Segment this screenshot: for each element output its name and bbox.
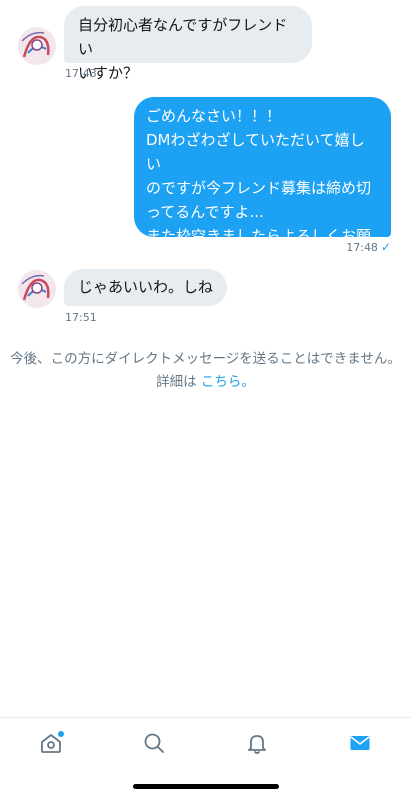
read-check-icon: ✓ (380, 240, 391, 254)
avatar[interactable] (18, 270, 56, 308)
tab-notifications[interactable] (232, 721, 282, 765)
message-bubble[interactable]: じゃあいいわ。しね (64, 269, 228, 306)
message-meta: 17:48 ✓ (346, 240, 391, 254)
search-icon (144, 733, 165, 753)
message-row-outgoing-1: ごめんなさい！！！ DMわざわざしていただいて嬉しい のですが今フレンド募集は締… (0, 97, 411, 269)
message-timestamp: 17:43 (65, 67, 97, 80)
message-timestamp: 17:48 (346, 240, 378, 254)
tab-search[interactable] (129, 721, 179, 765)
bottom-tab-bar (0, 717, 411, 768)
message-bubble[interactable]: 自分初心者なんですがフレンドい いすか？ (64, 6, 312, 82)
message-row-incoming-1: 自分初心者なんですがフレンドい いすか？ 17:43 (0, 6, 411, 86)
tab-messages[interactable] (335, 721, 385, 765)
tab-home[interactable] (26, 721, 76, 765)
learn-more-link[interactable]: こちら。 (201, 374, 255, 390)
message-timestamp: 17:51 (65, 311, 97, 324)
notification-dot (58, 731, 65, 737)
message-bubble[interactable]: ごめんなさい！！！ DMわざわざしていただいて嬉しい のですが今フレンド募集は締… (134, 97, 391, 269)
dm-restriction-notice: 今後、この方にダイレクトメッセージを送ることはできません。詳細は こちら。 (10, 348, 401, 394)
message-row-incoming-2: じゃあいいわ。しね 17:51 (0, 269, 411, 329)
home-indicator[interactable] (133, 784, 279, 789)
bell-icon (247, 735, 266, 754)
mail-icon (350, 736, 370, 750)
avatar[interactable] (18, 27, 56, 65)
